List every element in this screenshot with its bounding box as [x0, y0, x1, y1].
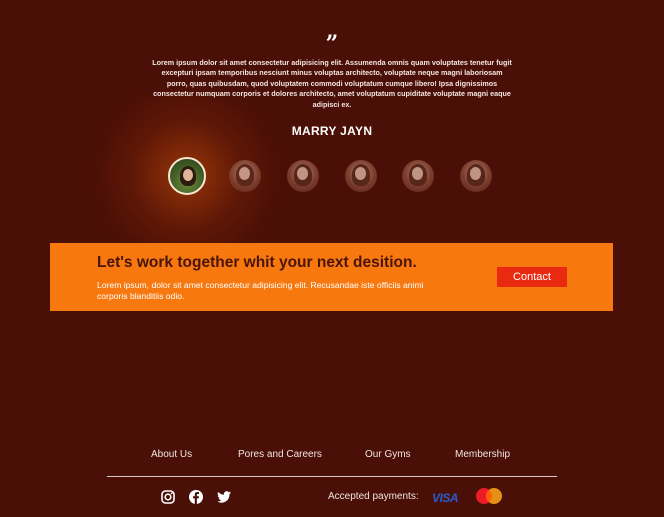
avatar-face	[470, 167, 481, 180]
instagram-icon[interactable]	[160, 489, 176, 505]
avatar-face	[412, 167, 423, 180]
footer-nav: About Us Pores and Careers Our Gyms Memb…	[0, 449, 664, 465]
footer-link-about-us[interactable]: About Us	[151, 449, 192, 460]
quote-icon: ”	[325, 31, 339, 57]
visa-icon: VISA	[432, 491, 459, 505]
cta-title: Let's work together whit your next desit…	[97, 254, 417, 271]
avatar-2[interactable]	[229, 160, 261, 192]
testimonial-text: Lorem ipsum dolor sit amet consectetur a…	[152, 58, 512, 109]
testimonial: ” Lorem ipsum dolor sit amet consectetur…	[0, 31, 664, 139]
mastercard-icon	[476, 488, 502, 504]
footer-link-our-gyms[interactable]: Our Gyms	[365, 449, 411, 460]
avatar-6[interactable]	[460, 160, 492, 192]
avatar-5[interactable]	[402, 160, 434, 192]
contact-button[interactable]: Contact	[497, 267, 567, 287]
payments-label: Accepted payments:	[328, 491, 419, 502]
avatar-4[interactable]	[345, 160, 377, 192]
testimonial-avatars	[0, 157, 664, 198]
avatar-1[interactable]	[168, 157, 206, 195]
footer-link-membership[interactable]: Membership	[455, 449, 510, 460]
avatar-face	[183, 169, 193, 181]
facebook-icon[interactable]	[188, 489, 204, 505]
avatar-3[interactable]	[287, 160, 319, 192]
testimonial-author: MARRY JAYN	[291, 124, 373, 139]
avatar-face	[239, 167, 250, 180]
footer-divider	[107, 476, 557, 477]
avatar-face	[355, 167, 366, 180]
cta-banner: Let's work together whit your next desit…	[50, 243, 613, 311]
cta-text: Lorem ipsum, dolor sit amet consectetur …	[97, 280, 424, 301]
twitter-icon[interactable]	[216, 489, 232, 505]
avatar-face	[297, 167, 308, 180]
footer-link-careers[interactable]: Pores and Careers	[238, 449, 322, 460]
